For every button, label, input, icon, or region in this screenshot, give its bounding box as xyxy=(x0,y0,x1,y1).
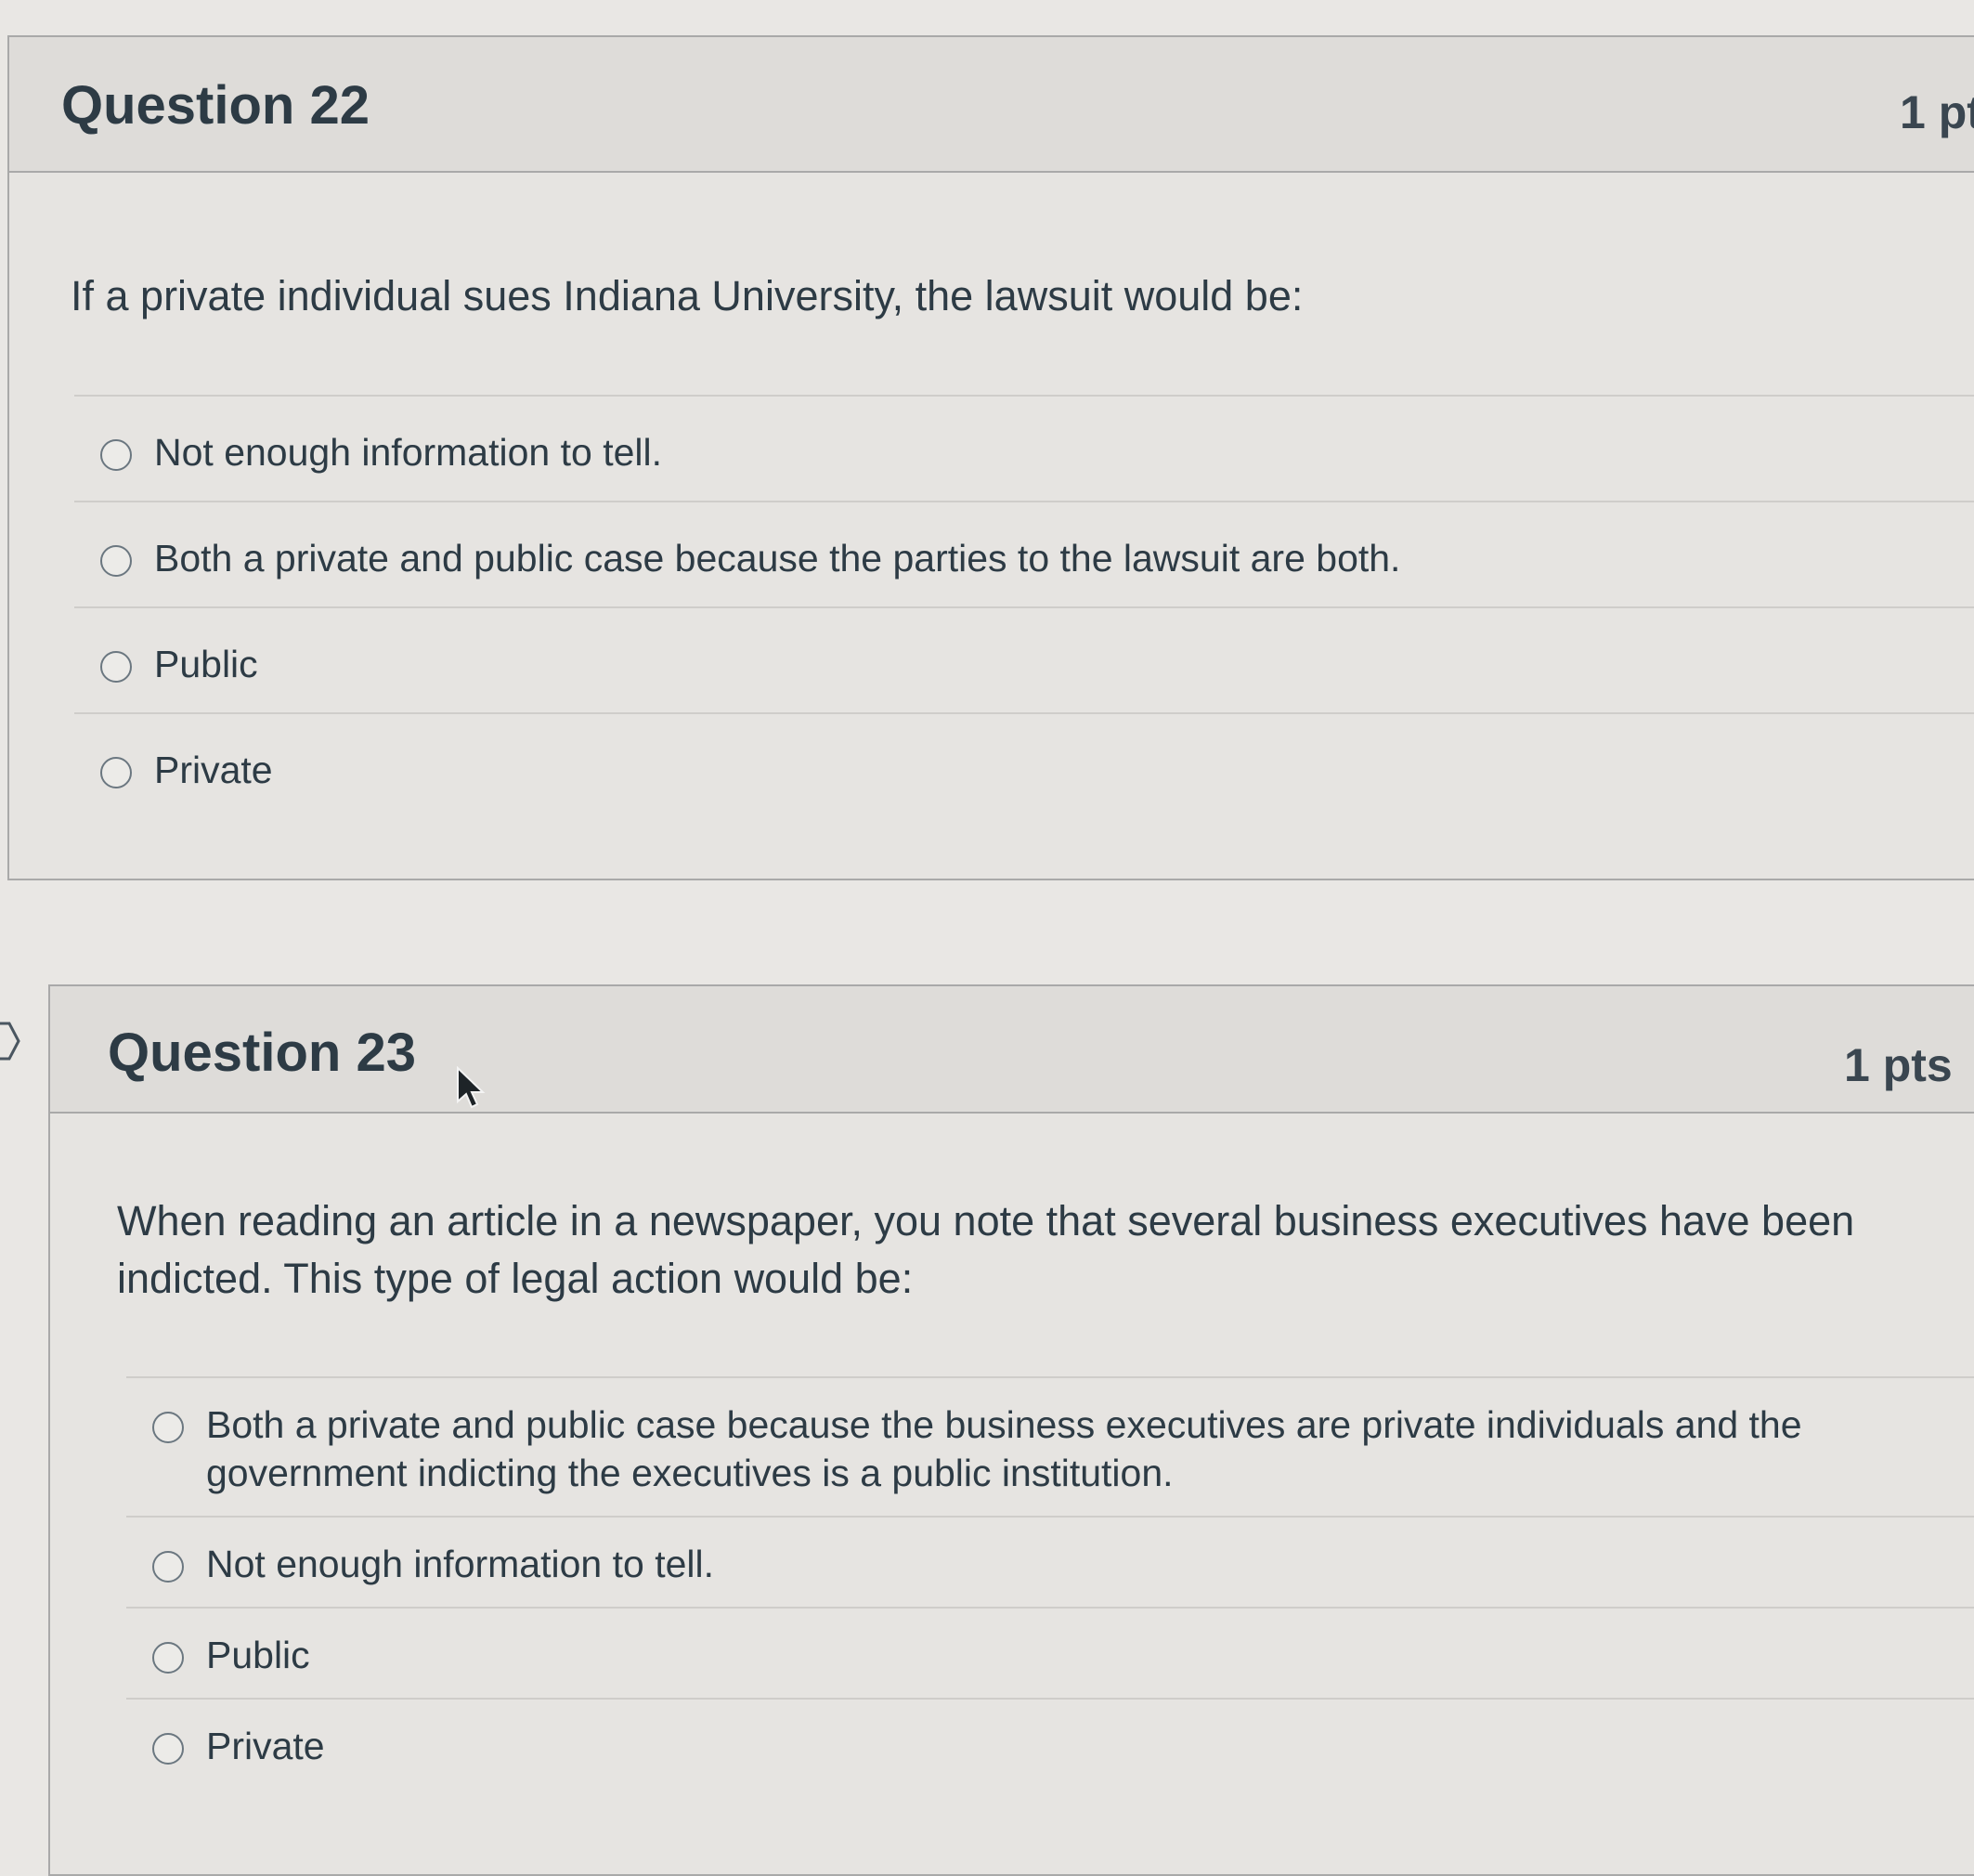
question-22-card: Question 22 1 pt If a private individual… xyxy=(7,35,1974,880)
question-title: Question 22 xyxy=(61,75,370,136)
question-text: When reading an article in a newspaper, … xyxy=(117,1197,1855,1302)
answer-label: Not enough information to tell. xyxy=(154,431,662,474)
question-header: Question 23 1 pts xyxy=(50,986,1974,1114)
answer-label: Both a private and public case because t… xyxy=(154,537,1401,580)
question-text: If a private individual sues Indiana Uni… xyxy=(71,272,1304,319)
answer-label: Both a private and public case because t… xyxy=(206,1403,1802,1494)
answer-option[interactable]: Both a private and public case because t… xyxy=(74,501,1974,606)
answer-label: Public xyxy=(154,643,258,685)
radio-button[interactable] xyxy=(152,1733,184,1765)
answer-label: Private xyxy=(206,1725,325,1767)
answer-label: Private xyxy=(154,749,273,791)
question-points: 1 pt xyxy=(1900,86,1974,138)
radio-button[interactable] xyxy=(152,1642,184,1674)
answer-option[interactable]: Private xyxy=(74,712,1974,818)
radio-button[interactable] xyxy=(100,439,132,471)
radio-button[interactable] xyxy=(152,1551,184,1583)
question-header: Question 22 1 pt xyxy=(9,37,1974,173)
answer-label: Public xyxy=(206,1634,310,1676)
answer-option[interactable]: Public xyxy=(74,606,1974,712)
answer-label: Not enough information to tell. xyxy=(206,1543,714,1585)
answer-list: Both a private and public case because t… xyxy=(50,1376,1974,1789)
answer-option[interactable]: Private xyxy=(126,1698,1974,1789)
answer-list: Not enough information to tell. Both a p… xyxy=(9,395,1974,818)
answer-option[interactable]: Not enough information to tell. xyxy=(126,1516,1974,1607)
mouse-pointer-icon xyxy=(457,1066,486,1109)
radio-button[interactable] xyxy=(100,757,132,788)
question-23-card: Question 23 1 pts When reading an articl… xyxy=(48,984,1974,1876)
radio-button[interactable] xyxy=(100,651,132,683)
answer-option[interactable]: Both a private and public case because t… xyxy=(126,1376,1974,1516)
radio-button[interactable] xyxy=(152,1412,184,1443)
answer-option[interactable]: Public xyxy=(126,1607,1974,1698)
question-title: Question 23 xyxy=(108,1023,416,1083)
answer-option[interactable]: Not enough information to tell. xyxy=(74,395,1974,501)
question-points: 1 pts xyxy=(1844,1039,1953,1091)
chevron-right-icon[interactable] xyxy=(0,1018,24,1064)
radio-button[interactable] xyxy=(100,545,132,577)
